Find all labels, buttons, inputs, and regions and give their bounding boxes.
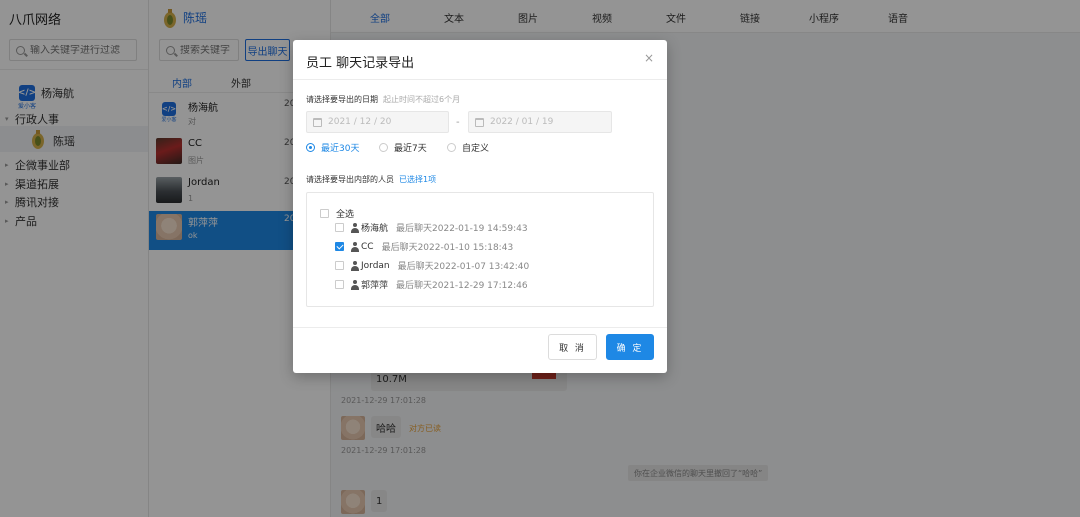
date-hint: 起止时间不超过6个月 [383, 95, 461, 104]
checkbox-checked-icon [335, 242, 344, 251]
export-dialog: 员工 聊天记录导出 × 请选择要导出的日期 起止时间不超过6个月 2021 / 1… [293, 40, 667, 373]
confirm-button[interactable]: 确 定 [606, 334, 654, 360]
close-icon[interactable]: × [644, 51, 654, 65]
start-date-value: 2021 / 12 / 20 [328, 117, 392, 127]
member-checkbox-row[interactable]: 杨海航 最后聊天2022-01-19 14:59:43 [335, 221, 528, 234]
member-label: 请选择要导出内部的人员 [306, 175, 394, 184]
radio-icon [447, 143, 456, 152]
member-section-label: 请选择要导出内部的人员 已选择1项 [306, 174, 436, 185]
member-name: 杨海航 [361, 224, 389, 234]
radio-last-7-days[interactable]: 最近7天 [379, 141, 427, 154]
member-checkbox-row[interactable]: Jordan 最后聊天2022-01-07 13:42:40 [335, 259, 529, 272]
cancel-button[interactable]: 取 消 [548, 334, 597, 360]
checkbox-icon [335, 280, 344, 289]
member-name: Jordan [361, 260, 390, 271]
select-all-checkbox[interactable]: 全选 [320, 207, 354, 220]
checkbox-icon [335, 223, 344, 232]
last-chat-time: 最后聊天2022-01-19 14:59:43 [396, 224, 528, 234]
end-date-field[interactable]: 2022 / 01 / 19 [468, 111, 612, 133]
last-chat-time: 最后聊天2022-01-07 13:42:40 [397, 262, 530, 272]
member-name: 郭萍萍 [361, 281, 389, 291]
date-section-label: 请选择要导出的日期 起止时间不超过6个月 [306, 94, 460, 105]
person-icon [351, 222, 359, 233]
radio-icon [379, 143, 388, 152]
member-selected-count: 已选择1项 [399, 175, 437, 184]
checkbox-icon [335, 261, 344, 270]
radio-label: 最近7天 [394, 144, 427, 154]
radio-last-30-days[interactable]: 最近30天 [306, 141, 359, 154]
dialog-title: 员工 聊天记录导出 [306, 56, 415, 71]
date-label: 请选择要导出的日期 [306, 95, 378, 104]
radio-checked-icon [306, 143, 315, 152]
radio-custom[interactable]: 自定义 [447, 141, 489, 154]
member-checkbox-row[interactable]: 郭萍萍 最后聊天2021-12-29 17:12:46 [335, 278, 528, 291]
member-name: CC [361, 241, 374, 252]
member-checkbox-row[interactable]: CC 最后聊天2022-01-10 15:18:43 [335, 240, 513, 253]
select-all-label: 全选 [336, 210, 355, 220]
checkbox-icon [320, 209, 329, 218]
end-date-value: 2022 / 01 / 19 [490, 117, 554, 127]
date-separator: - [456, 117, 460, 128]
divider [293, 327, 667, 328]
last-chat-time: 最后聊天2022-01-10 15:18:43 [381, 243, 514, 253]
person-icon [351, 260, 359, 271]
last-chat-time: 最后聊天2021-12-29 17:12:46 [396, 281, 528, 291]
person-icon [351, 241, 359, 252]
person-icon [351, 279, 359, 290]
radio-label: 自定义 [462, 144, 490, 154]
calendar-icon [475, 117, 484, 127]
calendar-icon [313, 117, 322, 127]
start-date-field[interactable]: 2021 / 12 / 20 [306, 111, 449, 133]
member-list: 全选 杨海航 最后聊天2022-01-19 14:59:43 CC 最后聊天20… [306, 192, 654, 307]
radio-label: 最近30天 [321, 144, 360, 154]
divider [293, 79, 667, 80]
